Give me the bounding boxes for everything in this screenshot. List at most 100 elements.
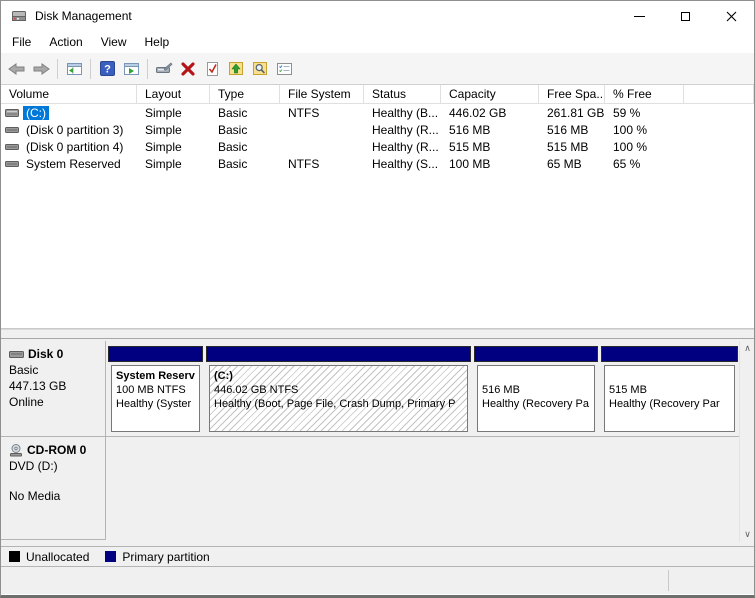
primary-partition-band: [474, 346, 598, 362]
check-document-button[interactable]: [200, 57, 224, 81]
minimize-button[interactable]: [616, 1, 662, 31]
percent-free-cell: 59 %: [605, 106, 684, 120]
partition-info: 100 MB NTFS: [116, 383, 199, 397]
column-header-type[interactable]: Type: [210, 85, 280, 103]
menu-view[interactable]: View: [92, 32, 136, 52]
close-button[interactable]: [708, 1, 754, 31]
partition-status: Healthy (Recovery Pa: [482, 397, 594, 411]
help-button[interactable]: ?: [95, 57, 119, 81]
column-header-file-system[interactable]: File System: [280, 85, 364, 103]
menu-bar: File Action View Help: [1, 31, 754, 53]
device-tool-button[interactable]: [152, 57, 176, 81]
capacity-cell: 516 MB: [441, 123, 539, 137]
disk0-size: 447.13 GB: [9, 379, 101, 393]
partition-title: [609, 369, 734, 383]
disk-management-window: Disk Management File Action View Help: [0, 0, 755, 598]
folder-search-icon: [252, 61, 268, 76]
show-console-tree-button[interactable]: [62, 57, 86, 81]
volume-name: (Disk 0 partition 4): [23, 140, 126, 154]
partition-recovery-1[interactable]: 516 MB Healthy (Recovery Pa: [474, 346, 598, 433]
partition-info: 446.02 GB NTFS: [214, 383, 467, 397]
partition-recovery-2[interactable]: 515 MB Healthy (Recovery Par: [601, 346, 738, 433]
back-button[interactable]: [5, 57, 29, 81]
scroll-down-icon[interactable]: ∨: [740, 527, 755, 542]
primary-partition-swatch: [105, 551, 116, 562]
partition-c[interactable]: (C:) 446.02 GB NTFS Healthy (Boot, Page …: [206, 346, 471, 433]
type-cell: Basic: [210, 106, 280, 120]
partition-info: 515 MB: [609, 383, 734, 397]
title-bar: Disk Management: [1, 1, 754, 31]
column-header-status[interactable]: Status: [364, 85, 441, 103]
column-header-free-space[interactable]: Free Spa...: [539, 85, 605, 103]
primary-partition-label: Primary partition: [122, 550, 209, 564]
status-cell: Healthy (R...: [364, 140, 441, 154]
folder-up-button[interactable]: [224, 57, 248, 81]
volume-row-partition4[interactable]: (Disk 0 partition 4) Simple Basic Health…: [1, 138, 754, 155]
cdrom-name: CD-ROM 0: [27, 443, 86, 457]
forward-button[interactable]: [29, 57, 53, 81]
volume-row-partition3[interactable]: (Disk 0 partition 3) Simple Basic Health…: [1, 121, 754, 138]
volume-list-header: Volume Layout Type File System Status Ca…: [1, 85, 754, 104]
menu-action[interactable]: Action: [40, 32, 91, 52]
column-header-layout[interactable]: Layout: [137, 85, 210, 103]
partition-status: Healthy (Syster: [116, 397, 199, 411]
column-header-volume[interactable]: Volume: [1, 85, 137, 103]
splitter-handle[interactable]: [1, 329, 754, 339]
layout-cell: Simple: [137, 157, 210, 171]
folder-search-button[interactable]: [248, 57, 272, 81]
partition-title: (C:): [214, 369, 467, 383]
maximize-icon: [681, 12, 690, 21]
scroll-up-icon[interactable]: ∧: [740, 341, 755, 356]
capacity-cell: 100 MB: [441, 157, 539, 171]
drive-icon: [5, 142, 19, 152]
percent-free-cell: 100 %: [605, 140, 684, 154]
column-header-percent-free[interactable]: % Free: [605, 85, 684, 103]
show-action-pane-icon: [123, 62, 140, 76]
cdrom-icon: [9, 444, 23, 457]
properties-list-icon: [276, 62, 293, 76]
disk-icon: [9, 350, 24, 359]
partition-status: Healthy (Recovery Par: [609, 397, 734, 411]
minimize-icon: [634, 16, 645, 17]
delete-volume-button[interactable]: [176, 57, 200, 81]
toolbar-separator: [147, 59, 148, 79]
primary-partition-band: [601, 346, 738, 362]
status-cell: Healthy (S...: [364, 157, 441, 171]
drive-icon: [5, 125, 19, 135]
toolbar-separator: [57, 59, 58, 79]
properties-list-button[interactable]: [272, 57, 296, 81]
column-header-capacity[interactable]: Capacity: [441, 85, 539, 103]
menu-help[interactable]: Help: [136, 32, 179, 52]
volume-row-c[interactable]: (C:) Simple Basic NTFS Healthy (B... 446…: [1, 104, 754, 121]
drive-icon: [5, 108, 19, 118]
status-cell: Healthy (R...: [364, 123, 441, 137]
volume-list: Volume Layout Type File System Status Ca…: [1, 85, 754, 329]
cdrom-label-panel[interactable]: CD-ROM 0 DVD (D:) No Media: [1, 437, 106, 540]
disk-drive-app-icon: [11, 9, 27, 23]
window-title: Disk Management: [35, 9, 616, 23]
maximize-button[interactable]: [662, 1, 708, 31]
file-system-cell: NTFS: [280, 157, 364, 171]
volume-name: (Disk 0 partition 3): [23, 123, 126, 137]
layout-cell: Simple: [137, 106, 210, 120]
disk-row-separator: [1, 436, 739, 437]
check-document-icon: [205, 61, 220, 77]
svg-text:?: ?: [104, 64, 111, 76]
partition-status: Healthy (Boot, Page File, Crash Dump, Pr…: [214, 397, 467, 411]
graphical-view: Disk 0 Basic 447.13 GB Online System Res…: [1, 339, 754, 546]
vertical-scrollbar[interactable]: ∧ ∨: [739, 341, 754, 542]
partition-title: System Reserv: [116, 369, 199, 383]
delete-icon: [181, 62, 195, 76]
type-cell: Basic: [210, 123, 280, 137]
primary-partition-band: [108, 346, 203, 362]
disk0-label-panel[interactable]: Disk 0 Basic 447.13 GB Online: [1, 341, 106, 436]
show-action-pane-button[interactable]: [119, 57, 143, 81]
capacity-cell: 515 MB: [441, 140, 539, 154]
volume-row-system-reserved[interactable]: System Reserved Simple Basic NTFS Health…: [1, 155, 754, 172]
column-header-filler: [684, 85, 754, 103]
menu-file[interactable]: File: [3, 32, 40, 52]
status-bar-divider: [668, 570, 669, 591]
cdrom-drive: DVD (D:): [9, 459, 101, 473]
partition-system-reserved[interactable]: System Reserv 100 MB NTFS Healthy (Syste…: [108, 346, 203, 433]
legend-bar: Unallocated Primary partition: [1, 546, 754, 567]
